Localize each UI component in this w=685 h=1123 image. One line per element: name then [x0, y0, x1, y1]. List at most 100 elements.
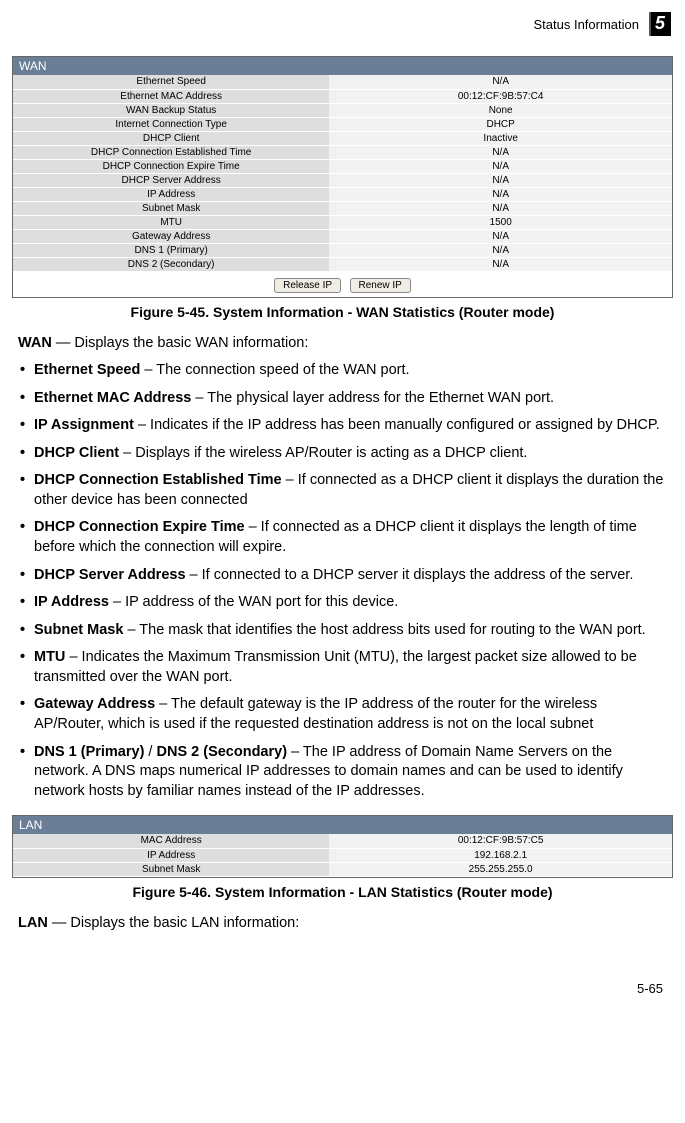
table-row: DHCP Connection Established TimeN/A — [13, 145, 672, 159]
table-row: DNS 2 (Secondary)N/A — [13, 257, 672, 271]
list-item: DHCP Client – Displays if the wireless A… — [18, 444, 667, 464]
section-label: Status Information — [533, 17, 639, 32]
table-row: Internet Connection TypeDHCP — [13, 117, 672, 131]
stat-key: IP Address — [13, 848, 329, 862]
bullet-term: IP Assignment — [34, 417, 134, 433]
stat-key: DHCP Server Address — [13, 173, 329, 187]
table-row: Gateway AddressN/A — [13, 229, 672, 243]
release-ip-button[interactable]: Release IP — [274, 278, 341, 293]
lan-panel-title: LAN — [13, 816, 672, 834]
bullet-text: – IP address of the WAN port for this de… — [109, 594, 398, 610]
wan-intro-term: WAN — [18, 335, 52, 351]
lan-intro-term: LAN — [18, 915, 48, 931]
bullet-term: DNS 2 (Secondary) — [157, 744, 288, 760]
table-row: IP Address192.168.2.1 — [13, 848, 672, 862]
lan-intro: LAN — Displays the basic LAN information… — [18, 914, 667, 934]
table-row: DHCP Server AddressN/A — [13, 173, 672, 187]
stat-key: MAC Address — [13, 834, 329, 848]
bullet-term: Subnet Mask — [34, 622, 123, 638]
stat-key: DNS 1 (Primary) — [13, 243, 329, 257]
figure-caption-lan: Figure 5-46. System Information - LAN St… — [0, 884, 685, 900]
table-row: DHCP ClientInactive — [13, 131, 672, 145]
stat-value: N/A — [329, 75, 672, 89]
bullet-term: DHCP Connection Expire Time — [34, 519, 245, 535]
table-row: Ethernet MAC Address00:12:CF:9B:57:C4 — [13, 89, 672, 103]
table-row: Subnet Mask255.255.255.0 — [13, 862, 672, 876]
stat-value: N/A — [329, 173, 672, 187]
list-item: Ethernet MAC Address – The physical laye… — [18, 389, 667, 409]
list-item: Subnet Mask – The mask that identifies t… — [18, 621, 667, 641]
bullet-term: DHCP Connection Established Time — [34, 472, 282, 488]
stat-value: N/A — [329, 159, 672, 173]
list-item: DNS 1 (Primary) / DNS 2 (Secondary) – Th… — [18, 743, 667, 802]
body-text: WAN — Displays the basic WAN information… — [0, 334, 685, 802]
bullet-text: – The mask that identifies the host addr… — [123, 622, 645, 638]
stat-value: 00:12:CF:9B:57:C4 — [329, 89, 672, 103]
wan-stats-table: Ethernet SpeedN/AEthernet MAC Address00:… — [13, 75, 672, 272]
lan-panel: LAN MAC Address00:12:CF:9B:57:C5IP Addre… — [12, 815, 673, 878]
stat-value: N/A — [329, 257, 672, 271]
bullet-text: – Indicates the Maximum Transmission Uni… — [34, 649, 637, 685]
stat-key: WAN Backup Status — [13, 103, 329, 117]
bullet-text: – If connected to a DHCP server it displ… — [186, 567, 634, 583]
stat-key: Subnet Mask — [13, 862, 329, 876]
figure-caption-wan: Figure 5-45. System Information - WAN St… — [0, 304, 685, 320]
table-row: DNS 1 (Primary)N/A — [13, 243, 672, 257]
stat-value: Inactive — [329, 131, 672, 145]
bullet-term: DHCP Server Address — [34, 567, 186, 583]
list-item: MTU – Indicates the Maximum Transmission… — [18, 648, 667, 687]
bullet-text: – Displays if the wireless AP/Router is … — [119, 445, 527, 461]
stat-value: N/A — [329, 201, 672, 215]
wan-intro: WAN — Displays the basic WAN information… — [18, 334, 667, 354]
table-row: Ethernet SpeedN/A — [13, 75, 672, 89]
list-item: DHCP Connection Established Time – If co… — [18, 471, 667, 510]
page-header: Status Information 5 — [0, 0, 685, 42]
stat-key: DHCP Connection Established Time — [13, 145, 329, 159]
list-item: Ethernet Speed – The connection speed of… — [18, 361, 667, 381]
stat-key: Gateway Address — [13, 229, 329, 243]
lan-body-text: LAN — Displays the basic LAN information… — [0, 914, 685, 934]
bullet-term: MTU — [34, 649, 65, 665]
wan-panel-title: WAN — [13, 57, 672, 75]
table-row: IP AddressN/A — [13, 187, 672, 201]
table-row: DHCP Connection Expire TimeN/A — [13, 159, 672, 173]
list-item: Gateway Address – The default gateway is… — [18, 695, 667, 734]
table-row: Subnet MaskN/A — [13, 201, 672, 215]
table-row: WAN Backup StatusNone — [13, 103, 672, 117]
bullet-term: DHCP Client — [34, 445, 119, 461]
stat-value: 192.168.2.1 — [329, 848, 672, 862]
stat-value: N/A — [329, 243, 672, 257]
wan-intro-rest: — Displays the basic WAN information: — [52, 335, 309, 351]
list-item: DHCP Connection Expire Time – If connect… — [18, 518, 667, 557]
page-footer: 5-65 — [0, 941, 685, 1008]
bullet-text: – The physical layer address for the Eth… — [191, 390, 554, 406]
stat-key: DNS 2 (Secondary) — [13, 257, 329, 271]
bullet-text: – The connection speed of the WAN port. — [140, 362, 409, 378]
stat-key: DHCP Client — [13, 131, 329, 145]
chapter-badge: 5 — [649, 12, 671, 36]
renew-ip-button[interactable]: Renew IP — [350, 278, 411, 293]
stat-key: Ethernet MAC Address — [13, 89, 329, 103]
stat-value: DHCP — [329, 117, 672, 131]
wan-bullets: Ethernet Speed – The connection speed of… — [18, 361, 667, 801]
lan-intro-rest: — Displays the basic LAN information: — [48, 915, 299, 931]
bullet-sep: / — [144, 744, 156, 760]
stat-value: 255.255.255.0 — [329, 862, 672, 876]
lan-stats-table: MAC Address00:12:CF:9B:57:C5IP Address19… — [13, 834, 672, 877]
bullet-term: DNS 1 (Primary) — [34, 744, 144, 760]
stat-value: None — [329, 103, 672, 117]
stat-key: DHCP Connection Expire Time — [13, 159, 329, 173]
list-item: IP Assignment – Indicates if the IP addr… — [18, 416, 667, 436]
bullet-term: IP Address — [34, 594, 109, 610]
stat-key: Ethernet Speed — [13, 75, 329, 89]
table-row: MTU1500 — [13, 215, 672, 229]
bullet-term: Ethernet Speed — [34, 362, 140, 378]
stat-value: 1500 — [329, 215, 672, 229]
stat-key: IP Address — [13, 187, 329, 201]
stat-value: N/A — [329, 145, 672, 159]
table-row: MAC Address00:12:CF:9B:57:C5 — [13, 834, 672, 848]
stat-key: Subnet Mask — [13, 201, 329, 215]
bullet-text: – Indicates if the IP address has been m… — [134, 417, 660, 433]
stat-key: Internet Connection Type — [13, 117, 329, 131]
stat-value: N/A — [329, 229, 672, 243]
